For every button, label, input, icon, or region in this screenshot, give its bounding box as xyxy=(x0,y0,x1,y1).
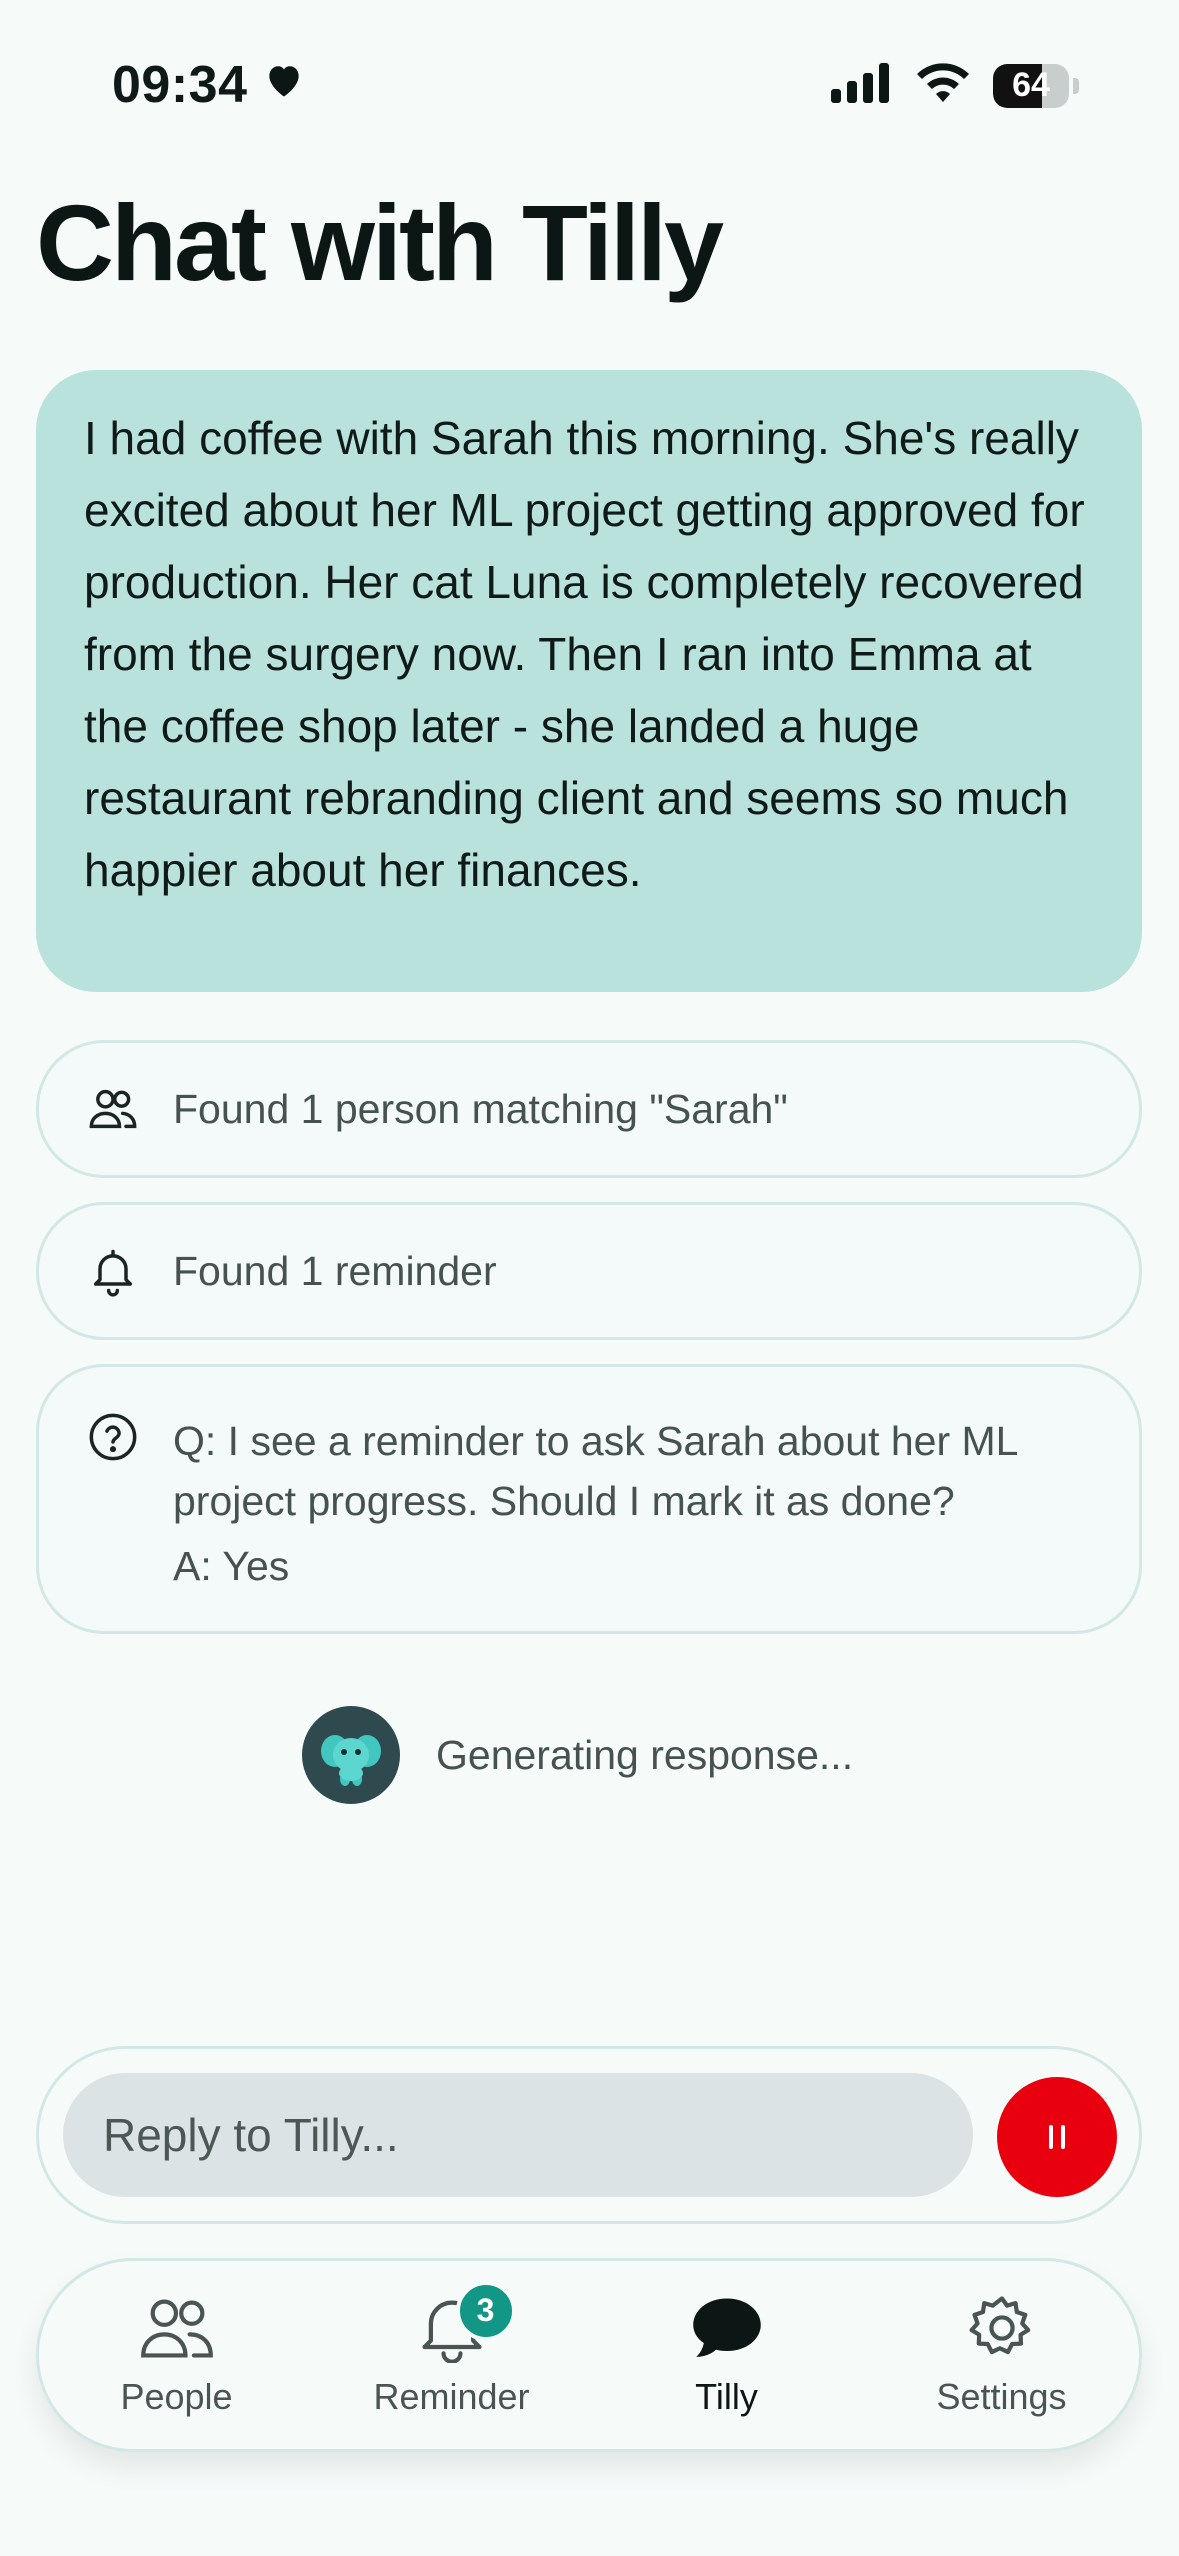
people-match-card: Found 1 person matching "Sarah" xyxy=(36,1040,1142,1178)
user-message-bubble: I had coffee with Sarah this morning. Sh… xyxy=(36,370,1142,992)
people-match-text: Found 1 person matching "Sarah" xyxy=(173,1085,788,1132)
reminder-count-badge: 3 xyxy=(455,2280,516,2341)
answer-text: A: Yes xyxy=(173,1543,290,1589)
page-title: Chat with Tilly xyxy=(36,182,724,303)
status-bar: 09:34 64 xyxy=(0,0,1179,150)
tab-reminder[interactable]: 3 Reminder xyxy=(332,2280,572,2418)
pause-icon-bar xyxy=(1061,2125,1065,2149)
question-text: Q: I see a reminder to ask Sarah about h… xyxy=(173,1418,1017,1524)
reminder-found-text: Found 1 reminder xyxy=(173,1247,497,1294)
heart-icon xyxy=(262,55,306,115)
reply-input[interactable] xyxy=(63,2073,973,2197)
question-card: Q: I see a reminder to ask Sarah about h… xyxy=(36,1364,1142,1634)
reply-bar xyxy=(36,2046,1142,2224)
wifi-icon xyxy=(915,62,971,109)
tab-bar: People 3 Reminder Tilly Settings xyxy=(36,2258,1142,2452)
signal-icon xyxy=(831,63,893,108)
tab-people-label: People xyxy=(120,2375,233,2417)
battery-icon: 64 xyxy=(993,63,1069,108)
tab-reminder-label: Reminder xyxy=(373,2375,530,2417)
gear-icon xyxy=(964,2293,1040,2368)
people-icon xyxy=(87,1083,139,1135)
battery-nub xyxy=(1073,77,1079,94)
tab-settings-label: Settings xyxy=(936,2375,1067,2417)
tab-tilly-label: Tilly xyxy=(695,2375,758,2417)
people-icon xyxy=(139,2293,215,2368)
tab-tilly[interactable]: Tilly xyxy=(607,2293,847,2418)
question-icon xyxy=(87,1411,139,1463)
generating-text: Generating response... xyxy=(436,1731,854,1778)
chat-bubble-icon xyxy=(689,2293,765,2368)
reminder-found-card: Found 1 reminder xyxy=(36,1202,1142,1340)
stop-generation-button[interactable] xyxy=(997,2077,1117,2197)
pause-icon xyxy=(1049,2125,1053,2149)
tab-settings[interactable]: Settings xyxy=(882,2293,1122,2418)
question-content: Q: I see a reminder to ask Sarah about h… xyxy=(173,1411,1103,1590)
status-indicators: 64 xyxy=(831,62,1079,109)
status-time: 09:34 xyxy=(112,55,306,115)
time-text: 09:34 xyxy=(112,56,248,114)
tab-people[interactable]: People xyxy=(57,2293,297,2418)
battery-text: 64 xyxy=(1012,66,1050,104)
generating-indicator: Generating response... xyxy=(302,1706,853,1804)
elephant-avatar xyxy=(302,1706,400,1804)
bell-icon xyxy=(87,1245,139,1297)
